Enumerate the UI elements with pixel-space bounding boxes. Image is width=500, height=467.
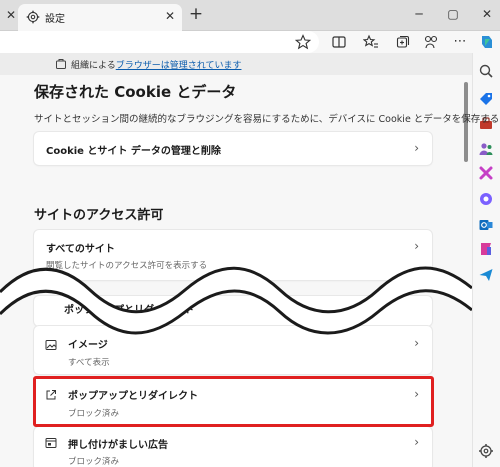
ads-label: 押し付けがましい広告 bbox=[68, 440, 168, 451]
images-label: イメージ bbox=[68, 340, 108, 351]
tab-settings[interactable]: 設定 ✕ bbox=[18, 4, 182, 31]
send-icon[interactable] bbox=[478, 267, 494, 283]
sidebar-settings-icon[interactable] bbox=[478, 443, 494, 459]
tab-title: 設定 bbox=[45, 14, 65, 25]
tab-strip: ✕ 設定 ✕ + ─ ▢ ✕ bbox=[0, 0, 500, 31]
cookie-section-title: 保存された Cookie とデータ bbox=[34, 83, 237, 101]
building-icon bbox=[56, 59, 66, 69]
extensions-icon[interactable] bbox=[423, 34, 439, 50]
minimize-icon[interactable]: ─ bbox=[408, 4, 430, 24]
collections-icon[interactable] bbox=[395, 34, 411, 50]
copilot-sidebar-icon[interactable] bbox=[478, 191, 494, 207]
all-sites-label: すべてのサイト bbox=[46, 244, 115, 255]
ads-sub: ブロック済み bbox=[68, 457, 120, 467]
address-bar[interactable] bbox=[0, 31, 319, 53]
new-tab-icon[interactable]: + bbox=[188, 6, 204, 23]
shopping-tag-icon[interactable] bbox=[478, 91, 494, 107]
manage-cookies-item[interactable]: Cookie とサイト データの管理と削除 › bbox=[34, 132, 432, 165]
more-options-icon[interactable]: ⋯ bbox=[452, 34, 468, 50]
outlook-icon[interactable] bbox=[478, 217, 494, 233]
games-icon[interactable] bbox=[478, 165, 494, 181]
gear-icon bbox=[26, 10, 40, 24]
wave-separator bbox=[0, 266, 472, 335]
managed-prefix: 組織による bbox=[71, 61, 116, 71]
office-icon[interactable] bbox=[478, 241, 494, 257]
close-icon[interactable]: ✕ bbox=[4, 8, 18, 22]
chevron-right-icon: › bbox=[414, 435, 419, 449]
cookie-section-description: サイトとセッション間の継続的なブラウジングを容易にするために、デバイスに Coo… bbox=[34, 114, 500, 125]
favorite-star-icon[interactable] bbox=[295, 34, 311, 50]
toolbar: ⋯ bbox=[0, 31, 500, 53]
images-sub: すべて表示 bbox=[68, 358, 110, 368]
favorites-icon[interactable] bbox=[363, 34, 379, 50]
chevron-right-icon: › bbox=[414, 239, 419, 253]
image-icon bbox=[45, 340, 57, 350]
permissions-section-title: サイトのアクセス許可 bbox=[34, 208, 164, 223]
managed-link[interactable]: ブラウザーは管理されています bbox=[116, 61, 242, 71]
manage-cookies-label: Cookie とサイト データの管理と削除 bbox=[46, 146, 221, 157]
chevron-right-icon: › bbox=[414, 336, 419, 350]
highlight-box bbox=[33, 376, 434, 427]
ads-item[interactable]: 押し付けがましい広告 ブロック済み › bbox=[34, 427, 432, 467]
tab-close-icon[interactable]: ✕ bbox=[163, 9, 177, 23]
ad-block-icon bbox=[45, 438, 57, 448]
people-icon[interactable] bbox=[478, 141, 494, 157]
managed-notice: 組織によるブラウザーは管理されています bbox=[0, 53, 472, 75]
maximize-icon[interactable]: ▢ bbox=[442, 4, 464, 24]
copilot-icon[interactable] bbox=[478, 33, 496, 51]
split-screen-icon[interactable] bbox=[331, 34, 347, 50]
chevron-right-icon: › bbox=[414, 141, 419, 155]
search-icon[interactable] bbox=[478, 63, 494, 79]
window-close-icon[interactable]: ✕ bbox=[476, 4, 498, 24]
